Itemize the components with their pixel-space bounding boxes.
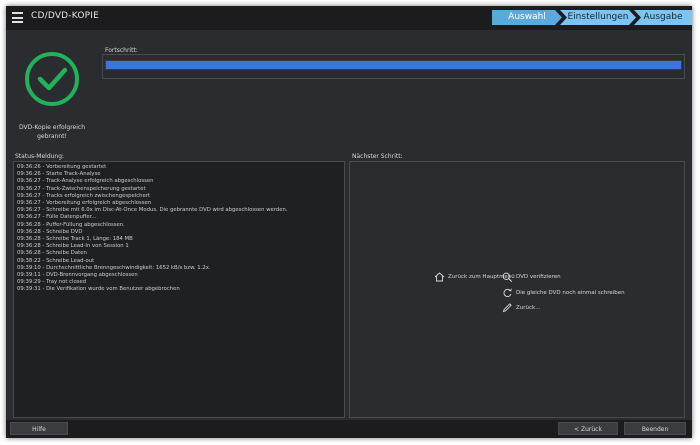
checkmark-success-icon [25, 52, 79, 106]
status-log-label: Status-Meldung: [15, 153, 65, 160]
log-line: 09:36:26 - Starte Track-Analyse [17, 171, 101, 178]
log-line: 09:36:27 - Track-Zwischenspeicherung ges… [17, 185, 146, 192]
back-action-label: Zurück... [516, 305, 541, 311]
progress-fill [106, 61, 681, 69]
next-step-panel: Zurück zum Hauptmenü DVD verifizieren Di… [349, 161, 685, 418]
log-line: 09:36:28 - Puffer-Füllung abgeschlossen. [17, 221, 125, 228]
hamburger-menu-icon[interactable] [12, 12, 23, 23]
log-line: 09:39:29 - Tray not closed [17, 279, 87, 286]
log-line: 09:38:22 - Schreibe Lead-out [17, 257, 95, 264]
back-action[interactable]: Zurück... [502, 303, 540, 313]
home-icon [434, 272, 445, 282]
title-bar: CD/DVD-KOPIE Auswahl Einstellungen Ausga… [6, 6, 692, 30]
next-step-label: Nächster Schritt: [352, 153, 403, 160]
log-line: 09:36:28 - Schreibe Track 1, Länge: 184 … [17, 236, 133, 243]
log-line: 09:36:28 - Schreibe Daten [17, 250, 87, 257]
progress-bar [105, 60, 682, 70]
pencil-icon [502, 303, 512, 313]
log-line: 09:36:27 - Fülle Datenpuffer... [17, 214, 97, 221]
log-line: 09:36:26 - Vorbereitung gestartet [17, 164, 107, 170]
back-button[interactable]: < Zurück [558, 422, 618, 435]
progress-label: Fortschritt: [105, 47, 138, 54]
log-line: 09:36:28 - Schreibe Lead-In von Session … [17, 243, 129, 250]
verify-action-label: DVD verifizieren [516, 274, 561, 280]
refresh-icon [503, 288, 512, 297]
verify-action[interactable]: DVD verifizieren [502, 272, 561, 282]
log-line: 09:36:28 - Schreibe DVD [17, 228, 83, 235]
app-title: CD/DVD-KOPIE [31, 11, 100, 21]
step-ausgabe[interactable]: Ausgabe [634, 10, 692, 25]
success-message: DVD-Kopie erfolgreich gebrannt! [19, 124, 85, 140]
log-line: 09:36:27 - Track-Analyse erfolgreich abg… [17, 178, 154, 185]
log-line: 09:36:27 - Tracks erfolgreich zwischenge… [17, 192, 150, 199]
log-line: 09:36:27 - Vorbereitung erfolgreich abge… [17, 200, 152, 207]
help-button[interactable]: Hilfe [10, 422, 68, 435]
search-icon [502, 272, 513, 282]
step-einstellungen[interactable]: Einstellungen [560, 10, 636, 25]
step-auswahl[interactable]: Auswahl [492, 10, 562, 25]
log-line: 09:36:27 - Schreibe mit 6.0x im Disc-At-… [17, 207, 288, 214]
log-line: 09:39:31 - Die Verifikation wurde vom Be… [17, 286, 180, 293]
exit-button[interactable]: Beenden [624, 422, 686, 435]
log-line: 09:39:10 - Durchschnittliche Brenngeschw… [17, 264, 211, 271]
app-window: CD/DVD-KOPIE Auswahl Einstellungen Ausga… [6, 6, 692, 438]
burn-again-action[interactable]: Die gleiche DVD noch einmal schreiben [502, 288, 625, 298]
bottom-bar: Hilfe < Zurück Beenden [6, 420, 692, 438]
status-log[interactable]: 09:36:26 - Vorbereitung gestartet 09:36:2… [13, 161, 345, 418]
log-line: 09:39:11 - DVD-Brennvorgang abgeschlosse… [17, 272, 138, 279]
burn-again-action-label: Die gleiche DVD noch einmal schreiben [516, 290, 625, 296]
